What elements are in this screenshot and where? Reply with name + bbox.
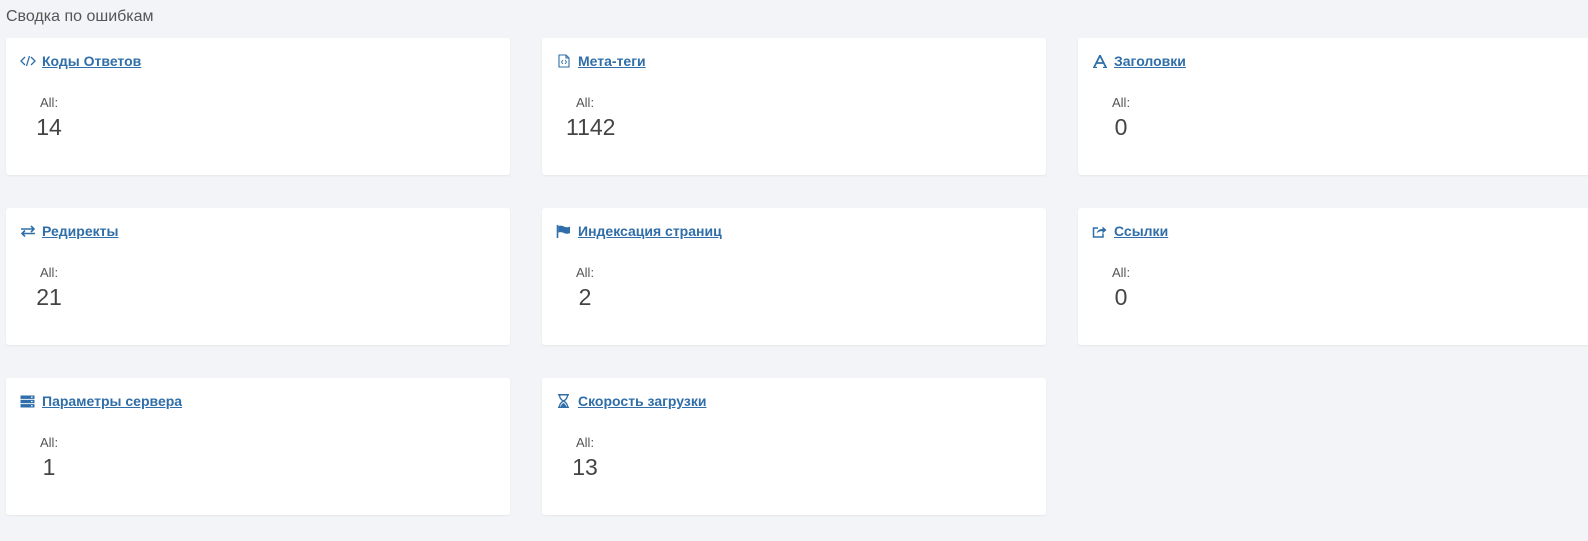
card-header: Скорость загрузки: [555, 393, 706, 409]
card-title-server-params[interactable]: Параметры сервера: [42, 393, 182, 409]
card-header: Мета-теги: [555, 53, 646, 69]
card-title-headings[interactable]: Заголовки: [1114, 53, 1186, 69]
card-load-speed: Скорость загрузки All: 13: [542, 378, 1046, 515]
exchange-icon: [19, 224, 36, 238]
stat-label: All:: [40, 95, 59, 110]
share-icon: [1091, 224, 1108, 238]
hourglass-icon: [555, 394, 572, 408]
stat-value: 1142: [566, 114, 616, 140]
stat-label: All:: [1112, 265, 1131, 280]
stat-label: All:: [1112, 95, 1131, 110]
card-headings: Заголовки All: 0: [1078, 38, 1588, 175]
code-icon: [19, 54, 36, 68]
page-title: Сводка по ошибкам: [6, 8, 154, 25]
stat-value: 14: [36, 114, 62, 140]
stat-label: All:: [576, 435, 595, 450]
card-title-redirects[interactable]: Редиректы: [42, 223, 118, 239]
card-header: Редиректы: [19, 223, 118, 239]
card-header: Индексация страниц: [555, 223, 722, 239]
file-code-icon: [555, 54, 572, 68]
server-icon: [19, 394, 36, 408]
card-title-page-indexing[interactable]: Индексация страниц: [578, 223, 722, 239]
stat-label: All:: [40, 265, 59, 280]
stat-value: 21: [36, 284, 62, 310]
card-header: Параметры сервера: [19, 393, 182, 409]
card-header: Ссылки: [1091, 223, 1168, 239]
card-title-load-speed[interactable]: Скорость загрузки: [578, 393, 706, 409]
stat-value: 0: [1114, 284, 1128, 310]
stat-value: 1: [42, 454, 56, 480]
stat-value: 0: [1114, 114, 1128, 140]
card-links: Ссылки All: 0: [1078, 208, 1588, 345]
card-meta-tags: Мета-теги All: 1142: [542, 38, 1046, 175]
card-title-response-codes[interactable]: Коды Ответов: [42, 53, 141, 69]
flag-icon: [555, 224, 572, 238]
card-header: Коды Ответов: [19, 53, 141, 69]
font-icon: [1091, 54, 1108, 68]
card-server-params: Параметры сервера All: 1: [6, 378, 510, 515]
stat-label: All:: [576, 95, 595, 110]
card-response-codes: Коды Ответов All: 14: [6, 38, 510, 175]
card-title-meta-tags[interactable]: Мета-теги: [578, 53, 646, 69]
stat-value: 13: [572, 454, 598, 480]
stat-value: 2: [578, 284, 592, 310]
card-redirects: Редиректы All: 21: [6, 208, 510, 345]
stat-label: All:: [40, 435, 59, 450]
card-title-links[interactable]: Ссылки: [1114, 223, 1168, 239]
card-header: Заголовки: [1091, 53, 1186, 69]
card-page-indexing: Индексация страниц All: 2: [542, 208, 1046, 345]
stat-label: All:: [576, 265, 595, 280]
